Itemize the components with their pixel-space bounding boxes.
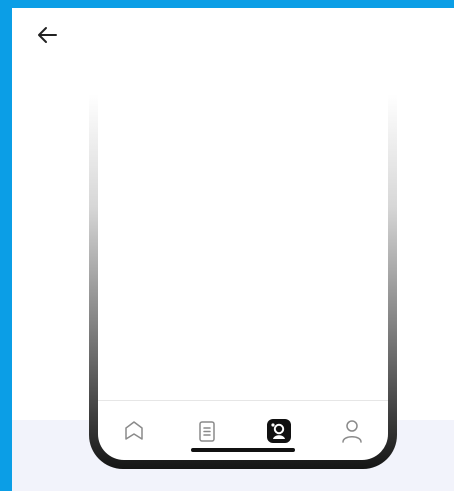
person-icon [340,418,364,444]
app-screen [12,8,454,491]
tab-home[interactable] [118,415,150,447]
bookmark-home-icon [122,419,146,443]
phone-mockup-screen [98,94,388,460]
tab-documents[interactable] [191,415,223,447]
document-list-icon [195,419,219,443]
tab-profile[interactable] [336,415,368,447]
arrow-left-icon [36,26,58,49]
home-indicator [191,448,295,452]
back-button[interactable] [32,22,62,52]
tab-app[interactable] [263,415,295,447]
app-logo-icon [266,418,292,444]
phone-mockup-frame [89,94,397,469]
